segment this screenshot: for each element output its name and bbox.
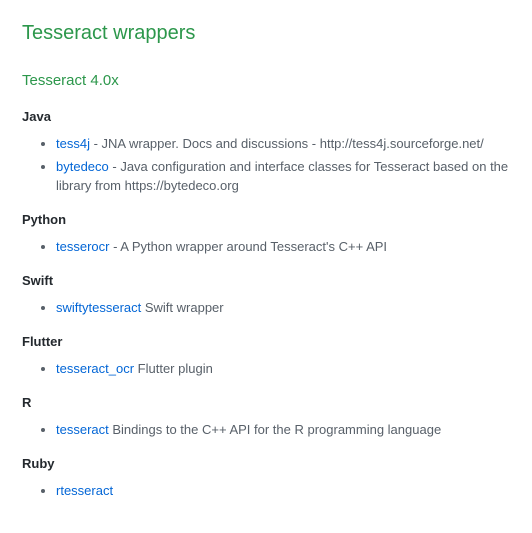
list-item: tesseract Bindings to the C++ API for th… <box>56 420 532 440</box>
r-heading: R <box>22 393 532 413</box>
item-text: Bindings to the C++ API for the R progra… <box>109 422 441 437</box>
swiftytesseract-link[interactable]: swiftytesseract <box>56 300 141 315</box>
tesseract-ocr-link[interactable]: tesseract_ocr <box>56 361 134 376</box>
swift-list: swiftytesseract Swift wrapper <box>22 298 532 318</box>
python-heading: Python <box>22 210 532 230</box>
item-text: - Java configuration and interface class… <box>56 159 508 194</box>
flutter-heading: Flutter <box>22 332 532 352</box>
list-item: tesseract_ocr Flutter plugin <box>56 359 532 379</box>
item-text: - JNA wrapper. Docs and discussions - ht… <box>90 136 484 151</box>
item-text: Flutter plugin <box>134 361 213 376</box>
list-item: rtesseract <box>56 481 532 501</box>
python-list: tesserocr - A Python wrapper around Tess… <box>22 237 532 257</box>
flutter-list: tesseract_ocr Flutter plugin <box>22 359 532 379</box>
swift-heading: Swift <box>22 271 532 291</box>
java-heading: Java <box>22 107 532 127</box>
tess4j-link[interactable]: tess4j <box>56 136 90 151</box>
java-list: tess4j - JNA wrapper. Docs and discussio… <box>22 134 532 196</box>
list-item: swiftytesseract Swift wrapper <box>56 298 532 318</box>
version-heading: Tesseract 4.0x <box>22 70 532 93</box>
tesseract-r-link[interactable]: tesseract <box>56 422 109 437</box>
item-text: Swift wrapper <box>141 300 223 315</box>
bytedeco-link[interactable]: bytedeco <box>56 159 109 174</box>
list-item: tesserocr - A Python wrapper around Tess… <box>56 237 532 257</box>
rtesseract-link[interactable]: rtesseract <box>56 483 113 498</box>
ruby-list: rtesseract <box>22 481 532 501</box>
list-item: tess4j - JNA wrapper. Docs and discussio… <box>56 134 532 154</box>
tesserocr-link[interactable]: tesserocr <box>56 239 109 254</box>
item-text: - A Python wrapper around Tesseract's C+… <box>109 239 387 254</box>
r-list: tesseract Bindings to the C++ API for th… <box>22 420 532 440</box>
ruby-heading: Ruby <box>22 454 532 474</box>
list-item: bytedeco - Java configuration and interf… <box>56 157 532 196</box>
page-title: Tesseract wrappers <box>22 18 532 48</box>
